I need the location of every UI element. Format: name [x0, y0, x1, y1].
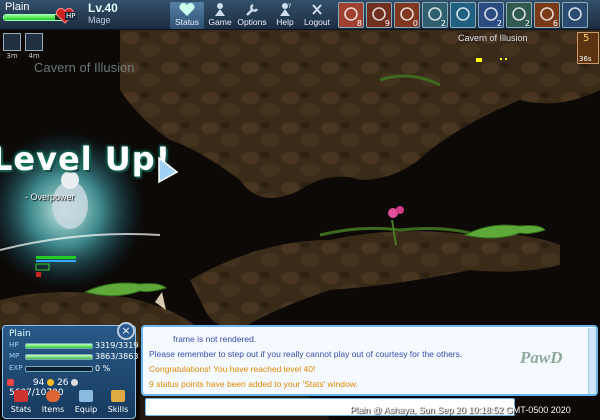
chat-line: Congratulations! You have reached level … — [149, 364, 316, 374]
tab-skills[interactable]: Skills — [103, 390, 133, 414]
skill-slot[interactable] — [450, 2, 476, 28]
map-name-overlay: Cavern of Illusion — [34, 60, 135, 75]
menu-status-button[interactable]: Status — [170, 2, 204, 29]
top-bar: Plain HP Lv.40 Mage Status Game Options … — [0, 0, 600, 30]
heart-icon — [179, 2, 195, 16]
class-label: Mage — [88, 15, 111, 25]
search-icon — [568, 7, 582, 21]
close-button[interactable]: × — [117, 322, 135, 340]
shield-buff-icon — [3, 33, 21, 51]
currency-row: 94 26 5607/10700 — [7, 378, 137, 398]
skill-slot[interactable]: 8 — [338, 2, 364, 28]
hp-row: HP 3319/3319 — [9, 341, 139, 350]
hp-tag: HP — [65, 12, 77, 20]
footer-timestamp: Plain @ Ashaya, Sun Sep 20 10:18:52 GMT-… — [350, 405, 571, 415]
wrench-icon — [246, 3, 259, 16]
skill-slot[interactable]: 2 — [506, 2, 532, 28]
skill-slot[interactable]: 0 — [394, 2, 420, 28]
chat-line: Please remember to step out if you reall… — [149, 349, 463, 359]
player-title-tag: - Overpower — [25, 192, 75, 202]
screen-skill-icon — [456, 7, 470, 21]
skill-slot[interactable]: 2 — [422, 2, 448, 28]
skills-icon — [111, 390, 125, 402]
skill-slot[interactable]: 9 — [366, 2, 392, 28]
close-icon — [312, 4, 322, 15]
mp-gauge — [25, 354, 93, 360]
chat-line: frame is not rendered. — [173, 334, 257, 344]
rank-icon — [7, 379, 14, 386]
timer-badge: 5 36s — [577, 32, 599, 64]
skill-slot[interactable]: 2 — [478, 2, 504, 28]
menu-logout-button[interactable]: Logout — [300, 2, 334, 29]
cursor-arrow-icon — [158, 156, 179, 184]
silver-coin-icon — [71, 379, 79, 386]
svg-text:?: ? — [288, 3, 291, 10]
hp-gauge — [25, 343, 93, 349]
items-icon — [46, 390, 60, 402]
skill-slot[interactable]: 6 — [534, 2, 560, 28]
level-label: Lv.40 — [88, 1, 118, 15]
help-figure-icon: ? — [280, 3, 291, 16]
mage-buff-icon — [25, 33, 43, 51]
minimap-title: Cavern of Illusion — [458, 33, 528, 43]
gold-coin-icon — [47, 379, 55, 386]
status-name: Plain — [9, 329, 31, 339]
chat-scrollbar[interactable] — [588, 328, 596, 394]
menu-game-button[interactable]: Game — [203, 2, 237, 29]
menu-options-button[interactable]: Options — [235, 2, 269, 29]
mp-row: MP 3863/3863 — [9, 352, 139, 361]
watermark-logo: PawD — [520, 348, 563, 367]
game-figure-icon — [215, 3, 225, 16]
chat-line: 9 status points have been added to your … — [149, 379, 358, 389]
tab-stats[interactable]: Stats — [6, 390, 36, 414]
exp-gauge — [25, 366, 93, 372]
equip-icon — [79, 390, 93, 402]
skill-slot[interactable] — [562, 2, 588, 28]
tab-equip[interactable]: Equip — [71, 390, 101, 414]
tab-items[interactable]: Items — [38, 390, 68, 414]
character-name: Plain — [5, 1, 30, 13]
status-panel: Plain × HP 3319/3319 MP 3863/3863 EXP 0 … — [2, 322, 139, 419]
level-up-banner: Level Up! — [0, 140, 172, 178]
menu-help-button[interactable]: ? Help — [268, 2, 302, 29]
exp-row: EXP 0 % — [9, 364, 111, 373]
stats-icon — [14, 390, 28, 402]
